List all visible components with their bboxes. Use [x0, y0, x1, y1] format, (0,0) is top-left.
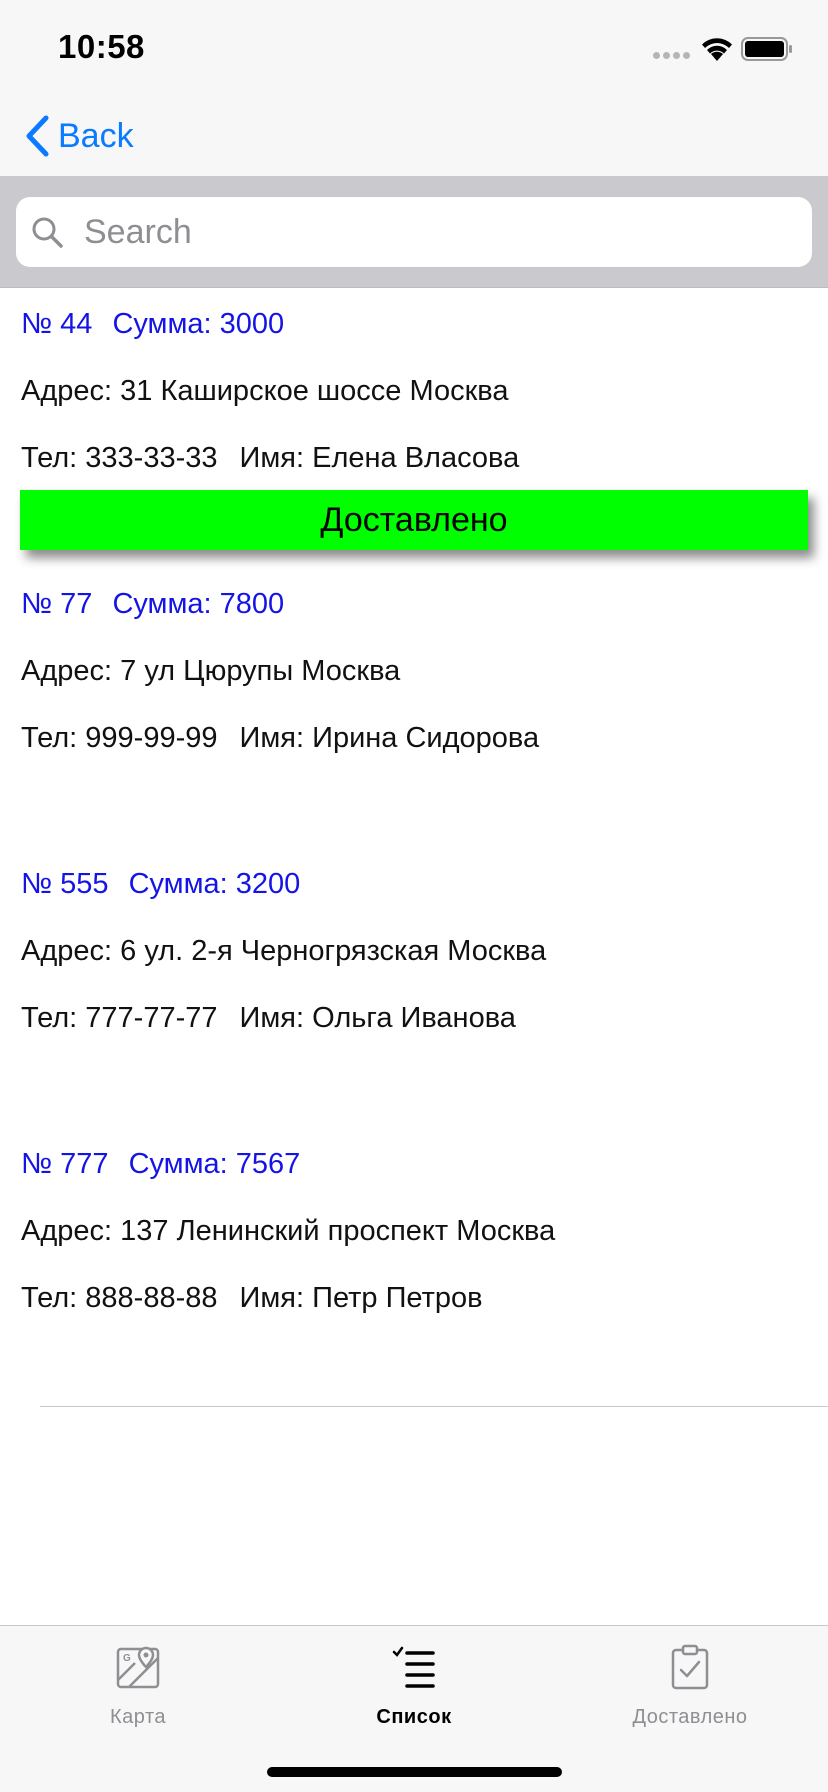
order-item[interactable]: № 777 Сумма: 7567 Адрес: 137 Ленинский пр…: [0, 1128, 828, 1408]
search-bar: [0, 177, 828, 288]
tab-list-label: Список: [376, 1706, 452, 1728]
search-field[interactable]: [16, 197, 814, 267]
tab-map[interactable]: G Карта: [0, 1626, 276, 1736]
order-sum: Сумма: 7800: [112, 588, 285, 620]
order-phone: Тел: 333-33-33: [21, 442, 218, 474]
order-number: № 777: [21, 1148, 109, 1180]
order-header: № 555 Сумма: 3200: [21, 868, 300, 901]
tab-delivered[interactable]: Доставлено: [552, 1626, 828, 1736]
back-label: Back: [58, 116, 134, 155]
order-address: Адрес: 137 Ленинский проспект Москва: [21, 1215, 556, 1247]
status-bar: 10:58: [0, 0, 828, 100]
order-phone: Тел: 888-88-88: [21, 1282, 218, 1314]
order-address: Адрес: 7 ул Цюрупы Москва: [21, 655, 401, 687]
order-contact: Тел: 999-99-99 Имя: Ирина Сидорова: [21, 722, 539, 755]
status-time: 10:58: [58, 28, 145, 65]
screen: 10:58 Back Search № 44 Сумма: 3000 Адрес…: [0, 0, 828, 1792]
order-number: № 44: [21, 308, 93, 340]
tab-list[interactable]: Список: [276, 1626, 552, 1736]
order-number: № 555: [21, 868, 109, 900]
home-indicator: [267, 1767, 562, 1777]
map-icon: G: [116, 1646, 160, 1689]
order-phone: Тел: 999-99-99: [21, 722, 218, 754]
back-button[interactable]: Back: [24, 110, 134, 162]
order-item[interactable]: № 77 Сумма: 7800 Адрес: 7 ул Цюрупы Москв…: [0, 568, 828, 848]
wifi-icon: [702, 38, 732, 61]
order-sum: Сумма: 7567: [128, 1148, 301, 1180]
list-separator: [40, 1406, 828, 1407]
mark-delivered-button[interactable]: Доставлено: [20, 490, 808, 550]
order-contact: Тел: 333-33-33 Имя: Елена Власова: [21, 442, 519, 475]
tab-delivered-label: Доставлено: [632, 1706, 748, 1728]
order-sum: Сумма: 3200: [128, 868, 301, 900]
order-address: Адрес: 31 Каширское шоссе Москва: [21, 375, 509, 407]
orders-list: № 44 Сумма: 3000 Адрес: 31 Каширское шосс…: [0, 288, 828, 1408]
order-header: № 777 Сумма: 7567: [21, 1148, 300, 1181]
order-item[interactable]: № 555 Сумма: 3200 Адрес: 6 ул. 2-я Черног…: [0, 848, 828, 1128]
search-input[interactable]: [74, 197, 814, 267]
order-contact: Тел: 888-88-88 Имя: Петр Петров: [21, 1282, 483, 1315]
clipboard-check-icon: [671, 1644, 709, 1690]
order-name: Имя: Ольга Иванова: [239, 1002, 516, 1034]
order-header: № 77 Сумма: 7800: [21, 588, 284, 621]
svg-text:G: G: [123, 1653, 131, 1664]
order-phone: Тел: 777-77-77: [21, 1002, 218, 1034]
cellular-signal-icon: [653, 52, 690, 60]
navigation-bar: Back: [0, 100, 828, 177]
order-contact: Тел: 777-77-77 Имя: Ольга Иванова: [21, 1002, 516, 1035]
order-sum: Сумма: 3000: [112, 308, 285, 340]
search-icon: [32, 217, 63, 248]
list-icon: [392, 1646, 435, 1688]
order-header: № 44 Сумма: 3000: [21, 308, 284, 341]
battery-icon: [741, 37, 792, 61]
order-address: Адрес: 6 ул. 2-я Черногрязская Москва: [21, 935, 547, 967]
order-name: Имя: Елена Власова: [239, 442, 520, 474]
order-name: Имя: Петр Петров: [239, 1282, 483, 1314]
order-number: № 77: [21, 588, 93, 620]
chevron-left-icon: [26, 115, 49, 157]
order-name: Имя: Ирина Сидорова: [239, 722, 540, 754]
tab-map-label: Карта: [109, 1706, 166, 1728]
